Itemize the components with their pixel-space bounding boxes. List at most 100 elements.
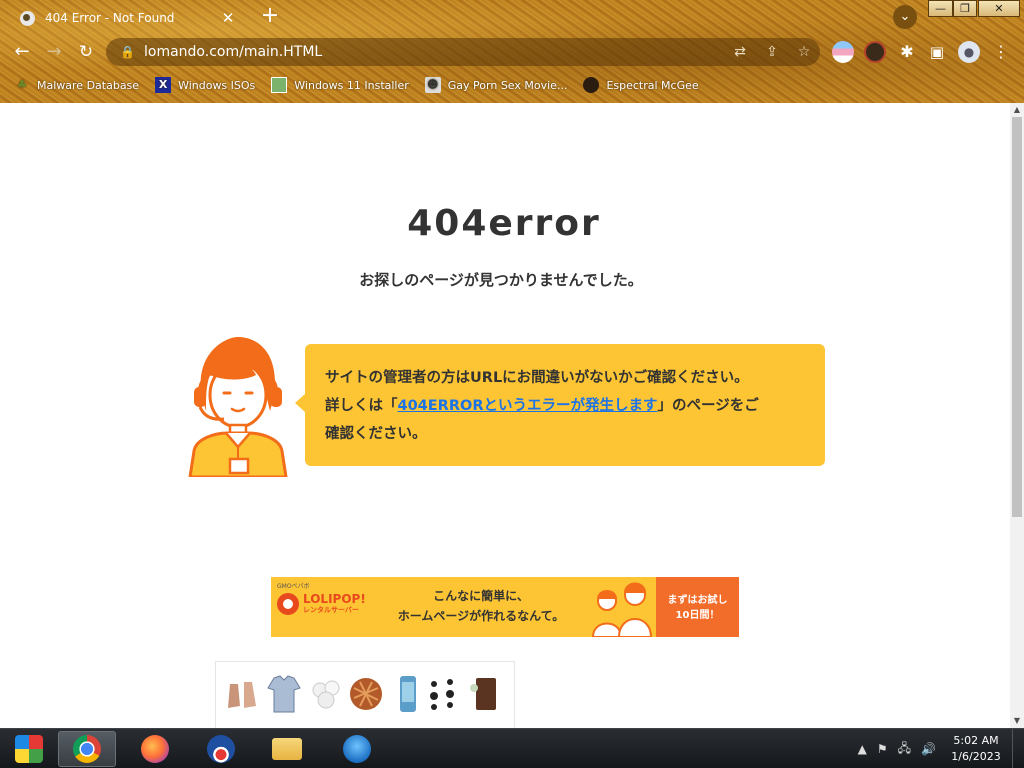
system-tray: ▲ ⚑ 🖧 🔊 5:02 AM 1/6/2023 bbox=[858, 729, 1024, 768]
gmo-pepabo-label: GMOペパボ bbox=[277, 583, 310, 590]
banner-people-illustration bbox=[591, 582, 653, 637]
clock-date: 1/6/2023 bbox=[951, 750, 1001, 763]
message-suffix: 」のページをご bbox=[657, 398, 759, 414]
scroll-up-arrow[interactable]: ▲ bbox=[1010, 103, 1024, 117]
taskbar-firefox[interactable] bbox=[126, 731, 184, 767]
pie-product-image[interactable] bbox=[348, 674, 384, 714]
message-prefix: 詳しくは「 bbox=[325, 398, 398, 414]
earrings-product-image[interactable] bbox=[424, 674, 460, 714]
volume-icon[interactable]: 🔊 bbox=[921, 742, 936, 756]
system-clock[interactable]: 5:02 AM 1/6/2023 bbox=[946, 733, 1006, 765]
face-icon bbox=[583, 77, 600, 93]
wallet-product-image[interactable] bbox=[466, 674, 502, 714]
banner-copy-line-1: こんなに簡単に、 bbox=[433, 589, 529, 603]
bookmark-espectral-mcgee[interactable]: Espectral McGee bbox=[583, 77, 699, 93]
product-ad-strip[interactable] bbox=[215, 661, 515, 728]
cta-line-1: まずはお試し bbox=[667, 595, 728, 606]
phone-case-product-image[interactable] bbox=[390, 674, 426, 714]
page-viewport: 404error お探しのページが見つかりませんでした。 サイトの管理者の方はU… bbox=[0, 103, 1010, 728]
side-panel-icon[interactable]: ▣ bbox=[926, 41, 948, 63]
message-line-1: サイトの管理者の方はURLにお間違いがないかご確認ください。 bbox=[325, 370, 749, 386]
start-button[interactable] bbox=[0, 731, 58, 767]
bookmark-windows-11-installer[interactable]: Windows 11 Installer bbox=[271, 77, 409, 93]
lolipop-logo: LOLIPOP! レンタルサーバー bbox=[277, 593, 366, 615]
shirt-product-image[interactable] bbox=[266, 674, 302, 714]
avatar-extension-icon[interactable] bbox=[864, 41, 886, 63]
message-bubble: サイトの管理者の方はURLにお間違いがないかご確認ください。 詳しくは「404E… bbox=[295, 344, 825, 466]
bookmarks-bar: ♣ Malware Database X Windows ISOs Window… bbox=[0, 72, 1024, 98]
shoes-product-image[interactable] bbox=[226, 674, 262, 714]
scroll-down-arrow[interactable]: ▼ bbox=[1010, 714, 1024, 728]
taskbar-campaign-app[interactable] bbox=[192, 731, 250, 767]
address-bar[interactable]: 🔒 lomando.com/main.HTML ⇄ ⇪ ☆ bbox=[106, 38, 820, 66]
lolipop-brand-sub: レンタルサーバー bbox=[303, 606, 359, 614]
cta-line-2: 10日間！ bbox=[675, 610, 720, 621]
clock-time: 5:02 AM bbox=[953, 734, 999, 747]
bookmark-label: Windows 11 Installer bbox=[294, 78, 409, 92]
share-icon[interactable]: ⇪ bbox=[756, 44, 788, 60]
browser-chrome: 404 Error - Not Found ✕ + ⌄ — ❐ ✕ ← → ↻ … bbox=[0, 0, 1024, 103]
extensions-puzzle-icon[interactable]: ✱ bbox=[896, 41, 918, 63]
tab-title: 404 Error - Not Found bbox=[45, 11, 175, 25]
lolipop-drop-icon bbox=[277, 593, 299, 615]
banner-copy-line-2: ホームページが作れるなんて。 bbox=[397, 609, 565, 623]
flowers-product-image[interactable] bbox=[308, 674, 344, 714]
lolipop-ad-banner[interactable]: GMOペパボ LOLIPOP! レンタルサーバー こんなに簡単に、 ホームページ… bbox=[271, 577, 739, 637]
start-orb-icon bbox=[15, 735, 43, 763]
robot-icon: ☻ bbox=[424, 77, 441, 93]
bookmark-windows-isos[interactable]: X Windows ISOs bbox=[155, 77, 255, 93]
bookmark-label: Gay Porn Sex Movie... bbox=[447, 78, 568, 92]
taskbar-network-app[interactable] bbox=[328, 731, 386, 767]
leaf-icon: ♣ bbox=[17, 78, 27, 91]
bookmark-star-icon[interactable]: ☆ bbox=[788, 44, 820, 60]
scrollbar-thumb[interactable] bbox=[1012, 117, 1022, 517]
minimize-button[interactable]: — bbox=[928, 0, 953, 17]
reload-button[interactable]: ↻ bbox=[74, 40, 98, 64]
page-scrollbar[interactable]: ▲ ▼ bbox=[1010, 103, 1024, 728]
flag-extension-icon[interactable] bbox=[832, 41, 854, 63]
tab-404-error[interactable]: 404 Error - Not Found ✕ bbox=[8, 2, 248, 34]
lolipop-brand: LOLIPOP! bbox=[303, 592, 366, 606]
network-people-icon bbox=[343, 735, 371, 763]
page-subtitle: お探しのページが見つかりませんでした。 bbox=[359, 271, 643, 289]
error-info-link[interactable]: 404ERRORというエラーが発生します bbox=[398, 398, 658, 414]
bookmark-label: Espectral McGee bbox=[606, 78, 699, 92]
lock-icon[interactable]: 🔒 bbox=[120, 45, 136, 59]
show-desktop-button[interactable] bbox=[1012, 729, 1024, 768]
chrome-icon bbox=[73, 735, 101, 763]
taskbar-chrome[interactable] bbox=[58, 731, 116, 767]
network-icon[interactable]: 🖧 bbox=[898, 739, 911, 760]
taskbar-file-explorer[interactable] bbox=[258, 731, 316, 767]
message-line-3: 確認ください。 bbox=[325, 426, 427, 442]
tray-expand-icon[interactable]: ▲ bbox=[858, 742, 867, 756]
bookmark-malware-database[interactable]: ♣ Malware Database bbox=[14, 77, 139, 93]
browser-toolbar: ← → ↻ 🔒 lomando.com/main.HTML ⇄ ⇪ ☆ ✱ ▣ … bbox=[0, 34, 1024, 70]
bookmark-movie-site[interactable]: ☻ Gay Porn Sex Movie... bbox=[424, 77, 568, 93]
action-center-flag-icon[interactable]: ⚑ bbox=[877, 742, 888, 756]
page-title: 404error bbox=[407, 203, 601, 244]
message-line-2: 詳しくは「404ERRORというエラーが発生します」のページをご bbox=[325, 392, 805, 420]
x-icon: X bbox=[155, 77, 172, 93]
tab-search-button[interactable]: ⌄ bbox=[893, 5, 917, 29]
globe-icon bbox=[20, 10, 35, 26]
translate-icon[interactable]: ⇄ bbox=[724, 44, 756, 60]
firefox-icon bbox=[141, 735, 169, 763]
url-text[interactable]: lomando.com/main.HTML bbox=[144, 44, 724, 60]
bookmark-label: Malware Database bbox=[37, 78, 140, 92]
profile-icon[interactable]: ● bbox=[958, 41, 980, 63]
support-operator-illustration bbox=[188, 337, 288, 477]
forward-button[interactable]: → bbox=[42, 40, 66, 64]
window-close-button[interactable]: ✕ bbox=[978, 0, 1020, 17]
folder-icon bbox=[272, 738, 302, 760]
bookmark-label: Windows ISOs bbox=[178, 78, 256, 92]
banner-copy: こんなに簡単に、 ホームページが作れるなんて。 bbox=[381, 586, 581, 626]
tab-close-button[interactable]: ✕ bbox=[220, 9, 236, 27]
trial-cta-button[interactable]: まずはお試し 10日間！ bbox=[656, 577, 739, 637]
back-button[interactable]: ← bbox=[10, 40, 34, 64]
new-tab-button[interactable]: + bbox=[258, 4, 282, 28]
tab-strip: 404 Error - Not Found ✕ + ⌄ — ❐ ✕ bbox=[0, 0, 1024, 34]
image-icon bbox=[271, 77, 288, 93]
browser-menu-icon[interactable]: ⋮ bbox=[990, 41, 1012, 63]
campaign-logo-icon bbox=[207, 735, 235, 763]
maximize-button[interactable]: ❐ bbox=[953, 0, 977, 17]
